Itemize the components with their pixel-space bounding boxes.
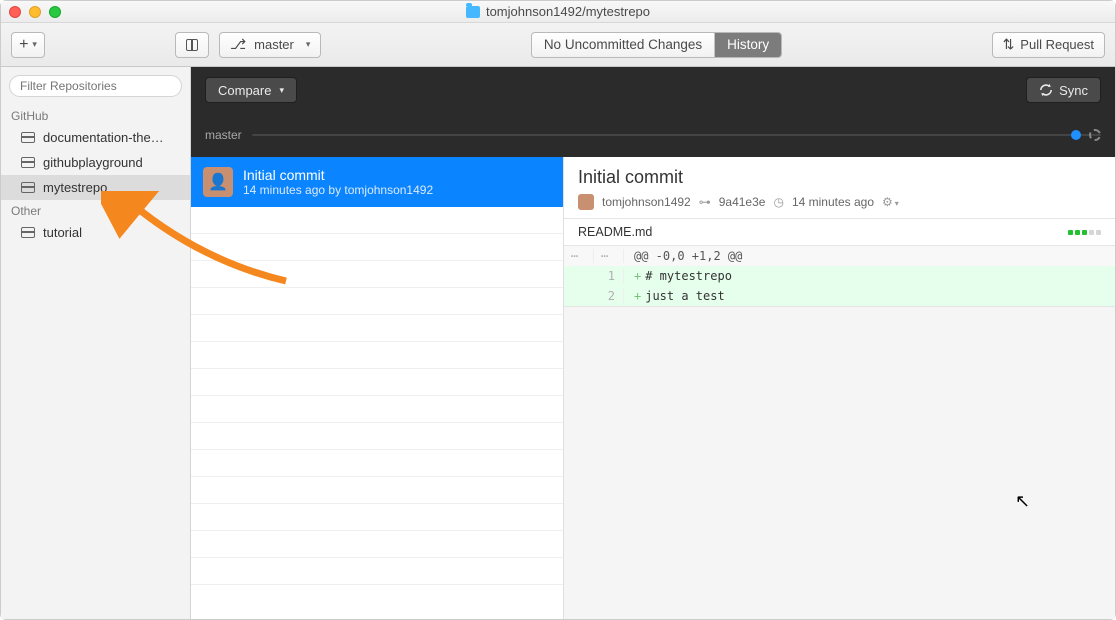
repo-label: documentation-the… bbox=[43, 130, 164, 145]
repo-icon bbox=[21, 227, 35, 238]
sidebar: GitHub documentation-the… githubplaygrou… bbox=[1, 67, 191, 619]
diff-line-text: # mytestrepo bbox=[645, 269, 732, 283]
compare-label: Compare bbox=[218, 83, 271, 98]
window-title-text: tomjohnson1492/mytestrepo bbox=[486, 4, 650, 19]
diff-hunk-text: @@ -0,0 +1,2 @@ bbox=[624, 249, 1115, 263]
history-header: Compare Sync master bbox=[191, 67, 1115, 157]
sidebar-section-other: Other bbox=[1, 200, 190, 220]
repo-icon bbox=[21, 157, 35, 168]
diff-line-number: 2 bbox=[594, 289, 624, 303]
diff-file-name: README.md bbox=[578, 225, 652, 239]
sync-icon bbox=[1039, 83, 1053, 97]
layout-icon bbox=[186, 39, 198, 51]
sidebar-repo-mytestrepo[interactable]: mytestrepo bbox=[1, 175, 190, 200]
branch-selector[interactable]: ⎇ master bbox=[219, 32, 321, 58]
sidebar-repo-documentation[interactable]: documentation-the… bbox=[1, 125, 190, 150]
diff-file-header[interactable]: README.md bbox=[564, 219, 1115, 246]
history-split: 👤 Initial commit 14 minutes ago by tomjo… bbox=[191, 157, 1115, 619]
branch-name: master bbox=[254, 37, 294, 52]
diff-hunk-header: ⋯⋯ @@ -0,0 +1,2 @@ bbox=[564, 246, 1115, 266]
commit-list: 👤 Initial commit 14 minutes ago by tomjo… bbox=[191, 157, 563, 619]
sidebar-repo-githubplayground[interactable]: githubplayground bbox=[1, 150, 190, 175]
diff-line-added: 1 +# mytestrepo bbox=[564, 266, 1115, 286]
diff-line-number: 1 bbox=[594, 269, 624, 283]
window-title: tomjohnson1492/mytestrepo bbox=[1, 4, 1115, 19]
sidebar-section-github: GitHub bbox=[1, 105, 190, 125]
folder-icon bbox=[466, 6, 480, 18]
commit-title: Initial commit bbox=[243, 167, 433, 183]
sidebar-repo-tutorial[interactable]: tutorial bbox=[1, 220, 190, 245]
toolbar: + ⎇ master No Uncommitted Changes Histor… bbox=[1, 23, 1115, 67]
gear-icon[interactable]: ⚙ bbox=[882, 195, 899, 209]
author-avatar-small bbox=[578, 194, 594, 210]
commit-hash-icon: ⊶ bbox=[699, 195, 711, 209]
timeline-branch-label: master bbox=[205, 128, 242, 142]
timeline-head-ring[interactable] bbox=[1089, 129, 1101, 141]
changes-tab[interactable]: No Uncommitted Changes bbox=[532, 33, 715, 57]
commit-author: tomjohnson1492 bbox=[602, 195, 691, 209]
commit-detail: Initial commit tomjohnson1492 ⊶ 9a41e3e … bbox=[563, 157, 1115, 619]
commit-row-selected[interactable]: 👤 Initial commit 14 minutes ago by tomjo… bbox=[191, 157, 563, 207]
history-tab[interactable]: History bbox=[715, 33, 781, 57]
branch-icon: ⎇ bbox=[230, 36, 246, 53]
compare-button[interactable]: Compare bbox=[205, 77, 297, 103]
repo-label: githubplayground bbox=[43, 155, 143, 170]
diff-line-added: 2 +just a test bbox=[564, 286, 1115, 306]
avatar: 👤 bbox=[203, 167, 233, 197]
diff-line-text: just a test bbox=[645, 289, 724, 303]
view-segmented-control: No Uncommitted Changes History bbox=[531, 32, 782, 58]
commit-detail-header: Initial commit tomjohnson1492 ⊶ 9a41e3e … bbox=[564, 157, 1115, 219]
titlebar: tomjohnson1492/mytestrepo bbox=[1, 1, 1115, 23]
repo-icon bbox=[21, 182, 35, 193]
pull-request-icon: ⇅ bbox=[1003, 36, 1015, 53]
filter-repositories-input[interactable] bbox=[9, 75, 182, 97]
commit-subtitle: 14 minutes ago by tomjohnson1492 bbox=[243, 183, 433, 197]
repo-label: mytestrepo bbox=[43, 180, 107, 195]
commit-hash: 9a41e3e bbox=[719, 195, 766, 209]
commit-detail-title: Initial commit bbox=[578, 167, 1101, 188]
repo-icon bbox=[21, 132, 35, 143]
timeline-commit-dot[interactable] bbox=[1071, 130, 1081, 140]
sync-button[interactable]: Sync bbox=[1026, 77, 1101, 103]
clock-icon: ◷ bbox=[773, 195, 783, 209]
commit-time: 14 minutes ago bbox=[792, 195, 874, 209]
pull-request-button[interactable]: ⇅ Pull Request bbox=[992, 32, 1105, 58]
timeline[interactable] bbox=[252, 134, 1101, 136]
diff-indicator bbox=[1068, 230, 1101, 235]
pull-request-label: Pull Request bbox=[1020, 37, 1094, 52]
repo-label: tutorial bbox=[43, 225, 82, 240]
sync-label: Sync bbox=[1059, 83, 1088, 98]
add-repo-button[interactable]: + bbox=[11, 32, 45, 58]
empty-commit-rows bbox=[191, 207, 563, 619]
diff-body: ⋯⋯ @@ -0,0 +1,2 @@ 1 +# mytestrepo 2 +ju… bbox=[564, 246, 1115, 307]
mouse-cursor: ↖ bbox=[1015, 491, 1030, 512]
plus-icon: + bbox=[19, 37, 28, 53]
content: Compare Sync master bbox=[191, 67, 1115, 619]
toggle-sidebar-button[interactable] bbox=[175, 32, 209, 58]
main-area: GitHub documentation-the… githubplaygrou… bbox=[1, 67, 1115, 619]
